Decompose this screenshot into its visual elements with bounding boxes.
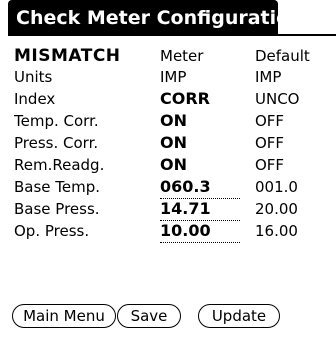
default-value: IMP bbox=[255, 68, 282, 86]
meter-value: IMP bbox=[160, 68, 187, 86]
op-press-field[interactable]: 10.00 bbox=[160, 221, 240, 243]
meter-value[interactable]: ON bbox=[160, 133, 187, 153]
base-press-field[interactable]: 14.71 bbox=[160, 199, 240, 221]
check-meter-screen: Check Meter Configuration MISMATCH Meter… bbox=[0, 0, 336, 337]
header-default: Default bbox=[255, 47, 310, 65]
table-header: MISMATCH Meter Default bbox=[0, 46, 336, 66]
meter-value[interactable]: ON bbox=[160, 111, 187, 131]
table-row-base-press: Base Press. 14.71 20.00 bbox=[0, 199, 336, 221]
save-button[interactable]: Save bbox=[117, 304, 181, 328]
table-row-temp-corr: Temp. Corr. ON OFF bbox=[0, 111, 336, 131]
update-button[interactable]: Update bbox=[198, 304, 280, 328]
table-row-press-corr: Press. Corr. ON OFF bbox=[0, 133, 336, 153]
title-divider bbox=[8, 34, 336, 36]
default-value: OFF bbox=[255, 156, 285, 174]
table-row-index: Index CORR UNCO bbox=[0, 89, 336, 109]
row-label: Index bbox=[14, 90, 56, 108]
meter-value[interactable]: CORR bbox=[160, 89, 210, 109]
row-label: Temp. Corr. bbox=[14, 112, 99, 130]
default-value: 001.0 bbox=[255, 178, 298, 196]
meter-value[interactable]: ON bbox=[160, 155, 187, 175]
table-row-base-temp: Base Temp. 060.3 001.0 bbox=[0, 177, 336, 199]
row-label: Op. Press. bbox=[14, 222, 90, 240]
header-meter: Meter bbox=[160, 47, 204, 65]
base-temp-field[interactable]: 060.3 bbox=[160, 177, 240, 199]
default-value: 16.00 bbox=[255, 222, 298, 240]
row-label: Base Temp. bbox=[14, 178, 101, 196]
row-label: Press. Corr. bbox=[14, 134, 99, 152]
default-value: OFF bbox=[255, 134, 285, 152]
default-value: UNCO bbox=[255, 90, 300, 108]
header-mismatch: MISMATCH bbox=[14, 46, 121, 66]
main-menu-button[interactable]: Main Menu bbox=[12, 304, 116, 328]
table-row-rem-readg: Rem.Readg. ON OFF bbox=[0, 155, 336, 175]
window-title: Check Meter Configuration bbox=[8, 0, 303, 36]
row-label: Units bbox=[14, 68, 53, 86]
default-value: 20.00 bbox=[255, 200, 298, 218]
table-row-op-press: Op. Press. 10.00 16.00 bbox=[0, 221, 336, 243]
row-label: Rem.Readg. bbox=[14, 156, 105, 174]
row-label: Base Press. bbox=[14, 200, 100, 218]
table-row-units: Units IMP IMP bbox=[0, 67, 336, 87]
title-bar: Check Meter Configuration bbox=[0, 0, 336, 36]
default-value: OFF bbox=[255, 112, 285, 130]
